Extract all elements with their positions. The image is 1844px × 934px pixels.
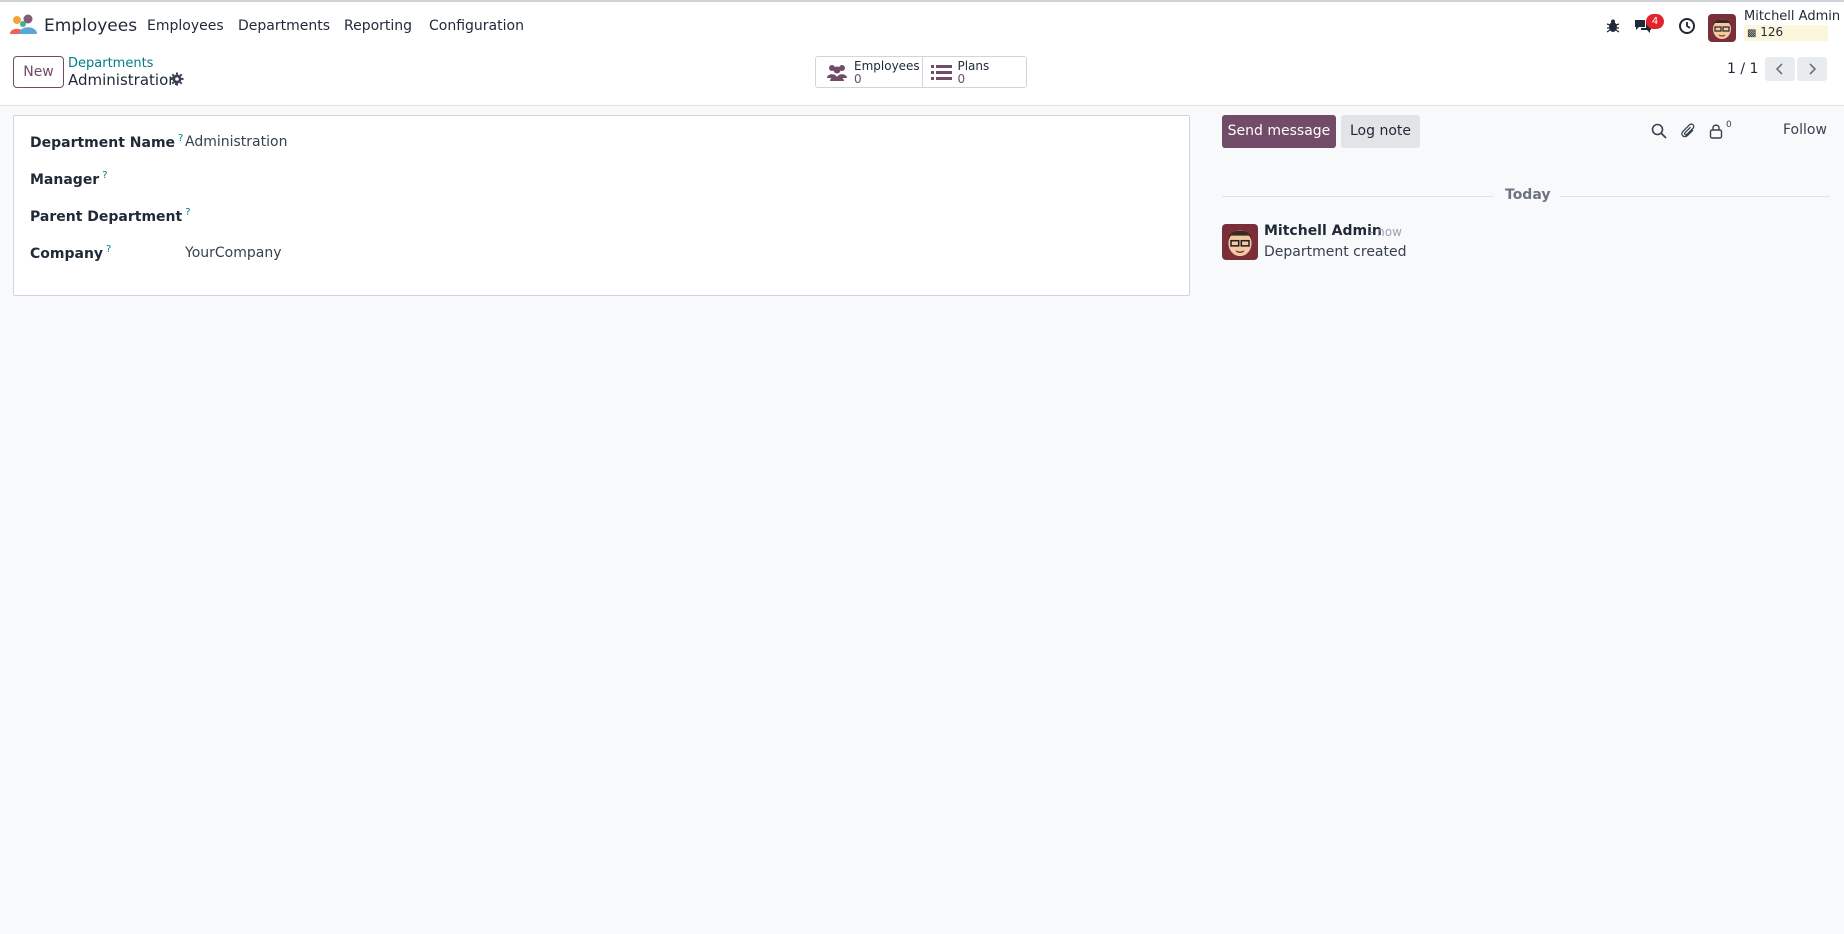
followers-lock-icon[interactable]	[1709, 122, 1725, 140]
menu-departments[interactable]: Departments	[238, 18, 330, 34]
log-note-button[interactable]: Log note	[1341, 115, 1420, 148]
users-icon	[826, 63, 848, 85]
department-name-label: Department Name?	[30, 133, 184, 151]
parent-department-field[interactable]	[185, 207, 485, 225]
company-label: Company?	[30, 244, 112, 262]
plans-smart-button[interactable]: Plans 0	[922, 57, 1026, 87]
employees-smart-label: Employees	[854, 59, 920, 73]
message-body: Department created	[1264, 244, 1407, 260]
breadcrumb-departments[interactable]: Departments	[68, 56, 153, 71]
send-message-button[interactable]: Send message	[1222, 115, 1336, 148]
follower-count: 0	[1726, 120, 1732, 130]
gear-icon[interactable]	[170, 72, 184, 86]
pager-next-button[interactable]	[1797, 57, 1827, 81]
pager-previous-button[interactable]	[1765, 57, 1795, 81]
employees-app-icon[interactable]	[9, 14, 37, 36]
message-author[interactable]: Mitchell Admin	[1264, 223, 1382, 239]
department-name-field[interactable]: Administration	[185, 134, 287, 150]
help-tooltip-icon[interactable]: ?	[102, 170, 107, 181]
messages-count-badge: 4	[1646, 14, 1664, 29]
search-icon[interactable]	[1651, 122, 1667, 140]
employees-smart-button[interactable]: Employees 0	[816, 57, 922, 87]
chevron-left-icon	[1775, 63, 1783, 75]
help-tooltip-icon[interactable]: ?	[178, 133, 183, 144]
new-button[interactable]: New	[13, 56, 64, 88]
paperclip-icon[interactable]	[1681, 122, 1697, 140]
debug-bug-icon[interactable]	[1604, 17, 1622, 35]
top-navbar: Employees Employees Departments Reportin…	[0, 0, 1844, 50]
control-panel: New Departments Administration Employees…	[0, 50, 1844, 106]
breadcrumb-current: Administration	[68, 71, 178, 89]
chevron-right-icon	[1809, 63, 1817, 75]
help-tooltip-icon[interactable]: ?	[106, 244, 111, 255]
menu-configuration[interactable]: Configuration	[429, 18, 524, 34]
list-icon	[931, 64, 953, 86]
smart-buttons: Employees 0 Plans 0	[815, 56, 1027, 88]
parent-department-label: Parent Department?	[30, 207, 191, 225]
database-indicator[interactable]: ▩ 126	[1744, 25, 1828, 41]
date-separator: Today	[1505, 187, 1551, 203]
pager-value[interactable]: 1 / 1	[1727, 61, 1758, 77]
manager-field[interactable]	[185, 170, 485, 188]
user-name[interactable]: Mitchell Admin	[1744, 9, 1840, 24]
menu-reporting[interactable]: Reporting	[344, 18, 412, 34]
form-sheet: Department Name? Administration Manager?…	[13, 115, 1190, 296]
follow-button[interactable]: Follow	[1783, 122, 1827, 138]
manager-label: Manager?	[30, 170, 108, 188]
date-divider-left	[1222, 196, 1493, 197]
user-avatar[interactable]	[1708, 14, 1736, 42]
plans-smart-label: Plans	[957, 59, 990, 73]
message-timestamp: - now	[1369, 225, 1402, 239]
database-icon: ▩	[1747, 28, 1757, 39]
app-title[interactable]: Employees	[44, 16, 137, 36]
plans-smart-count: 0	[957, 72, 966, 86]
clock-icon[interactable]	[1678, 17, 1696, 35]
database-count: 126	[1760, 25, 1784, 39]
company-field[interactable]: YourCompany	[185, 245, 282, 261]
employees-smart-count: 0	[854, 72, 862, 86]
date-divider-right	[1560, 196, 1830, 197]
message-author-avatar[interactable]	[1222, 224, 1258, 260]
menu-employees[interactable]: Employees	[147, 18, 224, 34]
